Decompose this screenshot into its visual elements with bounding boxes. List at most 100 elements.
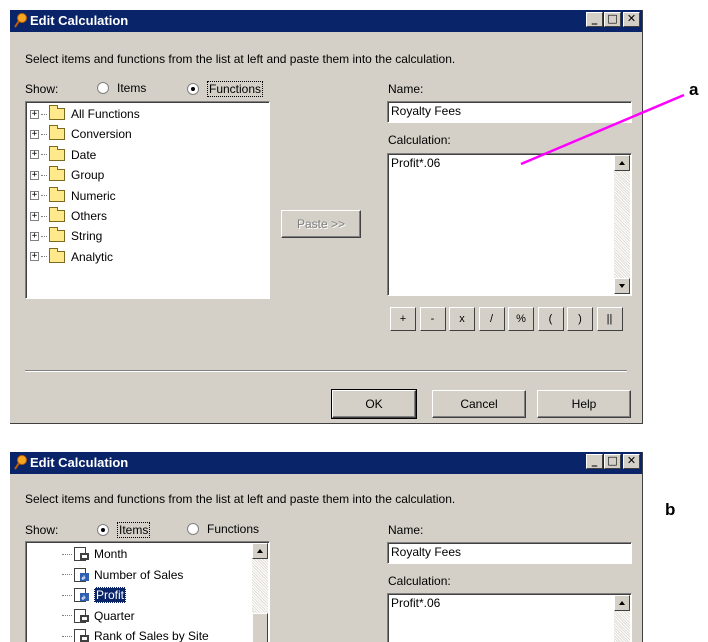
expand-icon[interactable]: + <box>30 232 39 241</box>
tree-folder-item[interactable]: +Group <box>30 165 104 185</box>
radio-functions[interactable]: Functions <box>187 522 259 536</box>
expand-icon[interactable]: + <box>30 130 39 139</box>
tree-item[interactable]: # Number of Sales <box>62 565 183 585</box>
maximize-button[interactable]: □ <box>604 12 621 27</box>
operator-button[interactable]: x <box>449 307 475 331</box>
tree-folder-label: All Functions <box>71 107 140 121</box>
title-bar[interactable]: Edit Calculation _ □ ✕ <box>10 10 642 32</box>
tree-connector <box>62 574 72 575</box>
calculation-label: Calculation: <box>388 574 451 588</box>
scroll-thumb[interactable] <box>252 613 268 642</box>
numeric-item-icon: # <box>74 568 90 582</box>
expand-icon[interactable]: + <box>30 150 39 159</box>
folder-icon <box>49 128 65 140</box>
folder-icon <box>49 169 65 181</box>
title-bar[interactable]: Edit Calculation _ □ ✕ <box>10 452 642 474</box>
name-label: Name: <box>388 523 423 537</box>
name-input[interactable]: Royalty Fees <box>387 542 632 564</box>
radio-functions[interactable]: Functions <box>187 81 263 97</box>
calculation-scrollbar[interactable] <box>614 155 630 294</box>
tree-folder-item[interactable]: +String <box>30 226 102 246</box>
operator-buttons: +-x/%()|| <box>390 307 635 333</box>
tree-item-label: Month <box>94 547 127 561</box>
folder-icon <box>49 251 65 263</box>
close-button[interactable]: ✕ <box>623 12 640 27</box>
operator-button[interactable]: ) <box>567 307 593 331</box>
calculation-scrollbar[interactable] <box>614 595 630 642</box>
scroll-down-button[interactable] <box>614 278 630 294</box>
operator-button[interactable]: - <box>420 307 446 331</box>
expand-icon[interactable]: + <box>30 191 39 200</box>
folder-icon <box>49 190 65 202</box>
edit-calculation-dialog-b: Edit Calculation _ □ ✕ Select items and … <box>10 452 643 642</box>
minimize-button[interactable]: _ <box>586 12 603 27</box>
tree-item-label: Quarter <box>94 609 135 623</box>
tree-item[interactable]: Quarter <box>62 606 135 626</box>
items-scrollbar[interactable] <box>252 543 268 642</box>
radio-items-button[interactable] <box>97 524 109 536</box>
calculation-textarea[interactable]: Profit*.06 <box>387 153 632 296</box>
scroll-up-button[interactable] <box>252 543 268 559</box>
scroll-up-button[interactable] <box>614 595 630 611</box>
folder-icon <box>49 108 65 120</box>
tree-item-label: Rank of Sales by Site <box>94 629 209 642</box>
tree-folder-item[interactable]: +Numeric <box>30 186 116 206</box>
radio-functions-button[interactable] <box>187 523 199 535</box>
dialog-title: Edit Calculation <box>30 455 128 470</box>
radio-items[interactable]: Items <box>97 522 150 538</box>
calculation-label: Calculation: <box>388 133 451 147</box>
name-label: Name: <box>388 82 423 96</box>
scroll-up-button[interactable] <box>614 155 630 171</box>
tree-folder-item[interactable]: + Others <box>30 206 107 226</box>
ok-button[interactable]: OK <box>332 390 416 418</box>
operator-button[interactable]: % <box>508 307 534 331</box>
expand-icon[interactable]: + <box>30 110 39 119</box>
tree-connector <box>62 554 72 555</box>
tree-connector <box>41 114 47 115</box>
tree-connector <box>41 154 47 155</box>
paste-button[interactable]: Paste >> <box>281 210 361 238</box>
items-tree[interactable]: Month # Number of Sales #Profit Quarter Rank … <box>25 541 270 642</box>
operator-button[interactable]: / <box>479 307 505 331</box>
radio-items-button[interactable] <box>97 82 109 94</box>
name-input[interactable]: Royalty Fees <box>387 101 632 123</box>
tree-folder-label: Others <box>71 209 107 223</box>
minimize-button[interactable]: _ <box>586 454 603 469</box>
tree-folder-item[interactable]: + Analytic <box>30 247 113 267</box>
folder-icon <box>49 210 65 222</box>
svg-text:#: # <box>81 595 86 602</box>
edit-calculation-dialog-a: Edit Calculation _ □ ✕ Select items and … <box>10 10 643 424</box>
radio-items-label: Items <box>117 81 146 95</box>
radio-functions-button[interactable] <box>187 83 199 95</box>
cancel-button[interactable]: Cancel <box>432 390 526 418</box>
operator-button[interactable]: + <box>390 307 416 331</box>
expand-icon[interactable]: + <box>30 171 39 180</box>
tree-folder-label: Conversion <box>71 127 132 141</box>
tree-folder-item[interactable]: + Conversion <box>30 124 132 144</box>
tree-folder-item[interactable]: + All Functions <box>30 104 140 124</box>
item-icon <box>74 547 90 561</box>
functions-tree[interactable]: + All Functions + Conversion + Date +Group+Num… <box>25 101 270 299</box>
tree-item-label: Number of Sales <box>94 568 183 582</box>
radio-items-label: Items <box>117 522 150 538</box>
tree-folder-label: Date <box>71 148 96 162</box>
item-icon <box>74 629 90 642</box>
separator <box>25 370 627 372</box>
arrow-down-icon <box>619 284 625 288</box>
radio-items[interactable]: Items <box>97 81 146 95</box>
calculation-textarea-value: Profit*.06 <box>391 596 440 610</box>
maximize-button[interactable]: □ <box>604 454 621 469</box>
name-input-value: Royalty Fees <box>391 104 461 118</box>
tree-item[interactable]: Month <box>62 544 127 564</box>
operator-button[interactable]: || <box>597 307 623 331</box>
help-button[interactable]: Help <box>537 390 631 418</box>
calculation-textarea[interactable]: Profit*.06 <box>387 593 632 642</box>
tree-item[interactable]: Rank of Sales by Site <box>62 626 209 642</box>
close-button[interactable]: ✕ <box>623 454 640 469</box>
expand-icon[interactable]: + <box>30 252 39 261</box>
tree-item[interactable]: #Profit <box>62 585 126 605</box>
tree-folder-label: Analytic <box>71 250 113 264</box>
tree-folder-item[interactable]: + Date <box>30 145 96 165</box>
expand-icon[interactable]: + <box>30 212 39 221</box>
operator-button[interactable]: ( <box>538 307 564 331</box>
